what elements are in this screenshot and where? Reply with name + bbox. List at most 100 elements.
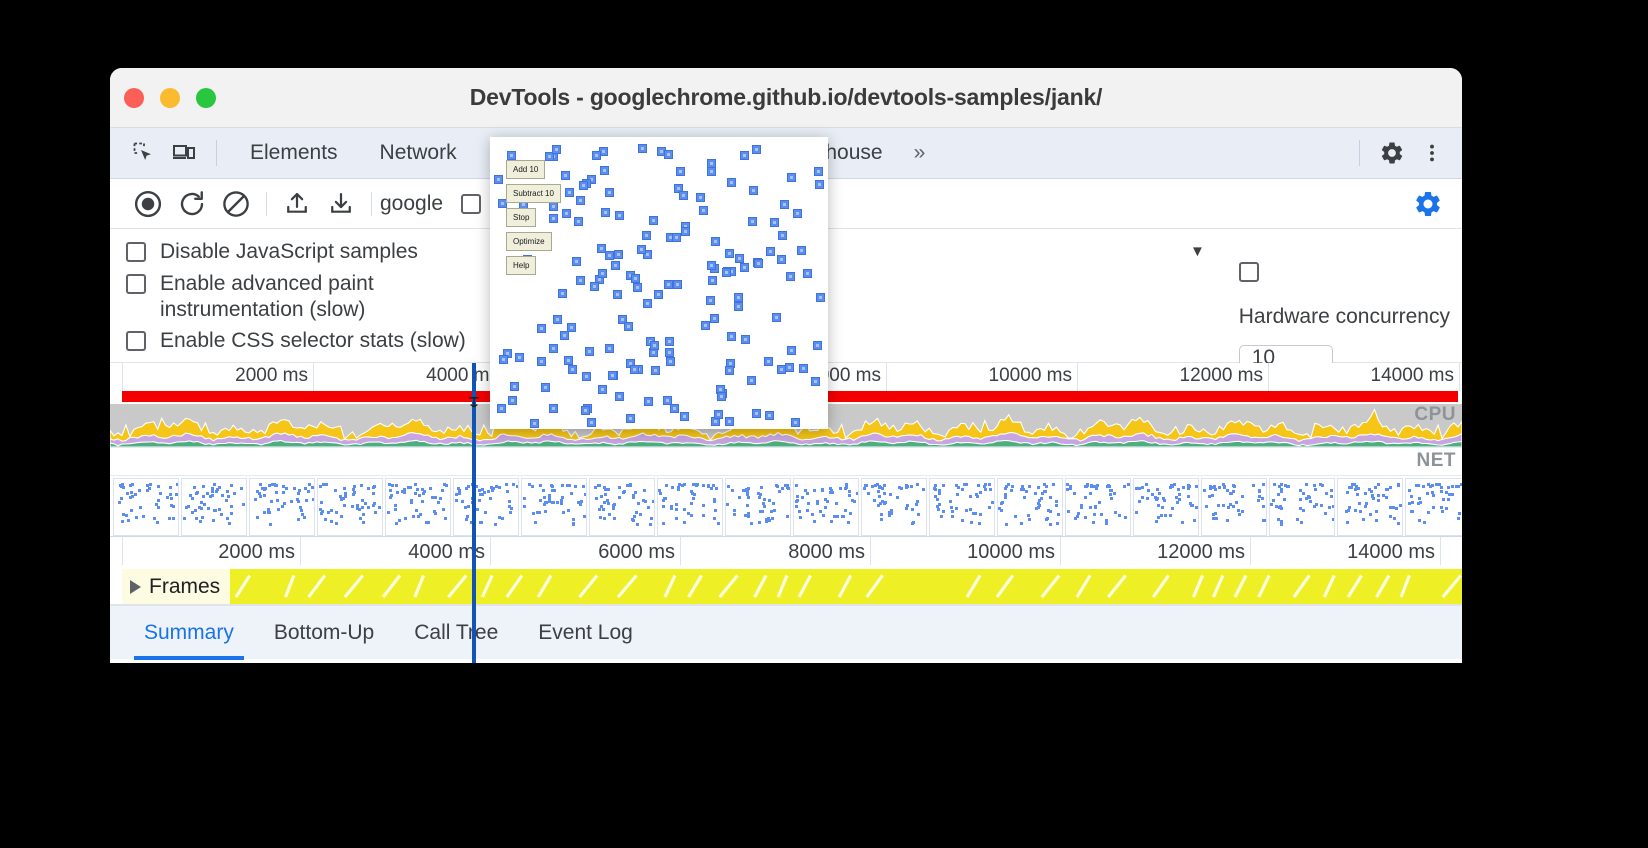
jank-square xyxy=(752,145,762,155)
device-toolbar-icon[interactable] xyxy=(164,133,204,173)
jank-square xyxy=(675,166,685,176)
frames-track-row[interactable]: Frames xyxy=(110,569,1462,605)
network-throttle-label[interactable]: google xyxy=(380,192,443,216)
disable-js-samples-checkbox[interactable] xyxy=(126,242,146,262)
ruler-top-tick: 12000 ms xyxy=(1179,365,1263,386)
jank-square xyxy=(798,364,808,374)
frames-expand-toggle[interactable]: Frames xyxy=(122,569,230,604)
filmstrip-thumbnail[interactable] xyxy=(793,478,859,536)
filmstrip-thumbnail[interactable] xyxy=(1201,478,1267,536)
network-band[interactable]: NET xyxy=(110,447,1462,475)
screenshot-filmstrip[interactable] xyxy=(110,475,1462,537)
jank-subtract-10-button[interactable]: Subtract 10 xyxy=(506,184,561,203)
filmstrip-thumbnail[interactable] xyxy=(1337,478,1403,536)
jank-square xyxy=(612,290,622,300)
filmstrip-thumbnail[interactable] xyxy=(249,478,315,536)
tab-network[interactable]: Network xyxy=(359,141,478,165)
filmstrip-thumbnail[interactable] xyxy=(1133,478,1199,536)
jank-square xyxy=(514,352,524,362)
jank-square xyxy=(600,165,610,175)
jank-square xyxy=(714,410,724,419)
download-profile-icon[interactable] xyxy=(319,184,363,224)
upload-profile-icon[interactable] xyxy=(275,184,319,224)
advanced-paint-checkbox[interactable] xyxy=(126,273,146,294)
jank-square xyxy=(777,255,787,265)
timeline-ruler-bottom: 2000 ms 4000 ms 6000 ms 8000 ms 10000 ms… xyxy=(110,537,1462,569)
jank-square xyxy=(562,209,572,219)
tab-call-tree[interactable]: Call Tree xyxy=(396,606,516,660)
filmstrip-thumbnail[interactable] xyxy=(317,478,383,536)
jank-square xyxy=(552,314,562,324)
maximize-window-button[interactable] xyxy=(196,87,216,108)
jank-square xyxy=(597,269,607,279)
advanced-paint-row[interactable]: Enable advanced paint instrumentation (s… xyxy=(126,271,526,323)
filmstrip-thumbnail[interactable] xyxy=(725,478,791,536)
jank-help-button[interactable]: Help xyxy=(506,256,537,275)
traffic-lights xyxy=(124,87,216,108)
jank-square xyxy=(648,215,658,225)
jank-square xyxy=(725,366,735,376)
filmstrip-thumbnail[interactable] xyxy=(1065,478,1131,536)
hardware-concurrency-label: Hardware concurrency xyxy=(1238,305,1450,328)
ruler-bottom-tick: 8000 ms xyxy=(788,541,865,563)
record-icon[interactable] xyxy=(126,184,170,224)
filmstrip-thumbnail[interactable] xyxy=(521,478,587,536)
screenshots-checkbox[interactable] xyxy=(461,193,482,214)
jank-square xyxy=(629,364,639,374)
clear-icon[interactable] xyxy=(214,184,258,224)
ruler-top-tick: 4000 ms xyxy=(426,365,499,386)
gear-icon[interactable] xyxy=(1372,133,1412,173)
css-selector-stats-row[interactable]: Enable CSS selector stats (slow) xyxy=(126,328,526,354)
jank-square xyxy=(548,404,558,413)
chevron-down-icon[interactable]: ▼ xyxy=(1190,243,1205,260)
jank-square xyxy=(733,293,743,303)
css-selector-stats-checkbox[interactable] xyxy=(126,331,146,352)
tab-event-log[interactable]: Event Log xyxy=(520,606,651,660)
jank-square xyxy=(591,151,601,161)
jank-square xyxy=(764,356,774,366)
jank-optimize-button[interactable]: Optimize xyxy=(506,232,552,251)
jank-square xyxy=(764,410,774,420)
title-bar: DevTools - googlechrome.github.io/devtoo… xyxy=(110,68,1462,128)
filmstrip-thumbnail[interactable] xyxy=(589,478,655,536)
jank-square xyxy=(566,323,576,332)
jank-square xyxy=(790,418,800,428)
reload-and-record-icon[interactable] xyxy=(170,184,214,224)
filmstrip-thumbnail[interactable] xyxy=(1269,478,1335,536)
jank-square xyxy=(785,271,795,281)
disable-js-samples-row[interactable]: Disable JavaScript samples xyxy=(126,239,526,265)
jank-add-10-button[interactable]: Add 10 xyxy=(506,160,546,179)
kebab-menu-icon[interactable] xyxy=(1412,133,1452,173)
tab-elements[interactable]: Elements xyxy=(229,141,359,165)
frames-track[interactable] xyxy=(122,569,1462,604)
hardware-concurrency-checkbox[interactable] xyxy=(1238,262,1259,282)
filmstrip-thumbnail[interactable] xyxy=(181,478,247,536)
filmstrip-thumbnail[interactable] xyxy=(657,478,723,536)
tab-summary[interactable]: Summary xyxy=(126,606,252,660)
filmstrip-thumbnail[interactable] xyxy=(1405,478,1462,536)
jank-square xyxy=(614,249,624,259)
jank-square xyxy=(717,392,726,402)
jank-square xyxy=(700,321,710,331)
filmstrip-thumbnail[interactable] xyxy=(453,478,519,536)
jank-square xyxy=(724,416,734,426)
minimize-window-button[interactable] xyxy=(160,87,180,108)
close-window-button[interactable] xyxy=(124,87,144,108)
jank-square xyxy=(814,179,824,189)
filmstrip-thumbnail[interactable] xyxy=(113,478,179,536)
more-tabs-icon[interactable]: » xyxy=(904,141,936,165)
filmstrip-thumbnail[interactable] xyxy=(929,478,995,536)
jank-stop-button[interactable]: Stop xyxy=(506,208,537,227)
filmstrip-thumbnail[interactable] xyxy=(997,478,1063,536)
jank-square xyxy=(665,356,675,366)
capture-settings-left-column: Disable JavaScript samples Enable advanc… xyxy=(126,239,526,352)
jank-demo-popup[interactable]: Add 10 Subtract 10 Stop Optimize Help xyxy=(490,137,828,429)
filmstrip-thumbnail[interactable] xyxy=(385,478,451,536)
ruler-bottom-tick: 12000 ms xyxy=(1157,541,1245,563)
capture-settings-gear-icon[interactable] xyxy=(1406,184,1450,224)
jank-square xyxy=(670,403,680,413)
filmstrip-thumbnail[interactable] xyxy=(861,478,927,536)
jank-square xyxy=(751,408,761,418)
tab-bottom-up[interactable]: Bottom-Up xyxy=(256,606,392,660)
inspect-element-icon[interactable] xyxy=(124,133,164,173)
